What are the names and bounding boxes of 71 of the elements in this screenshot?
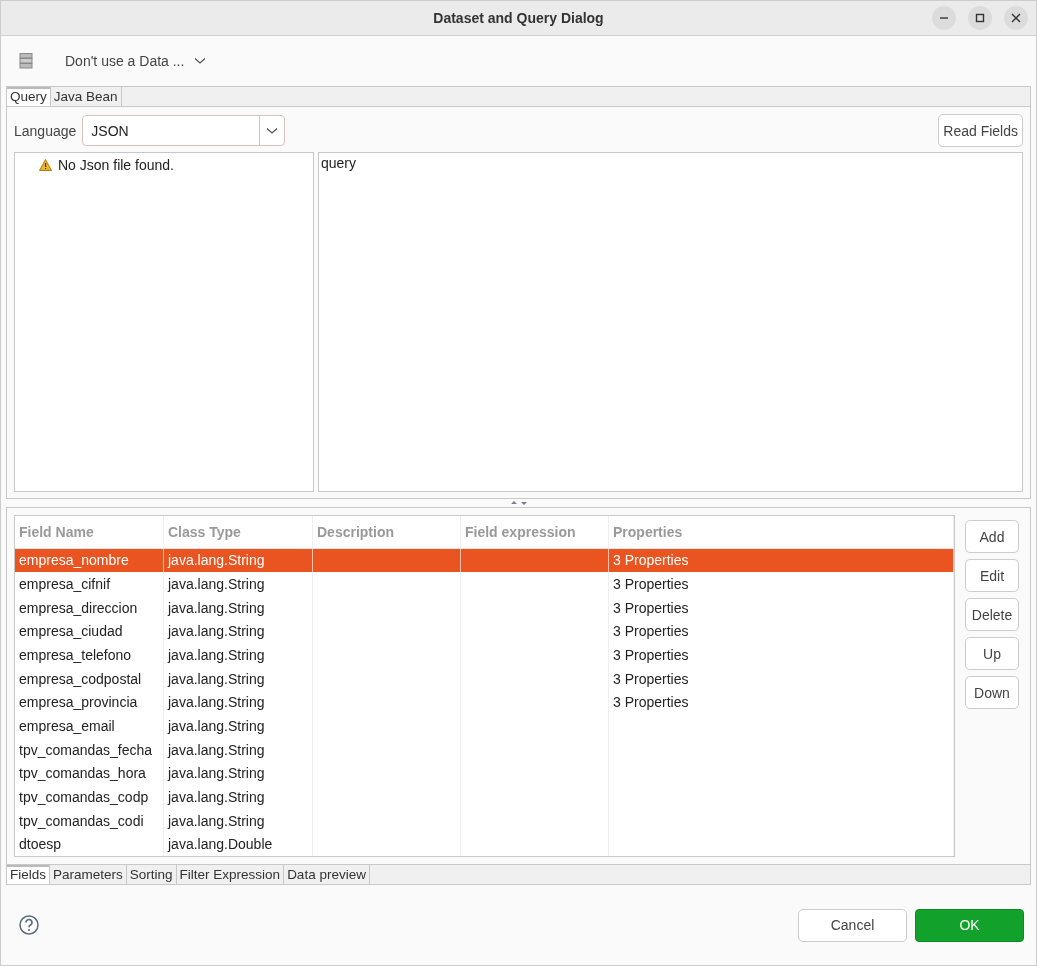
table-cell: tpv_comandas_fecha bbox=[15, 737, 164, 762]
table-cell: 3 Properties bbox=[609, 643, 954, 667]
table-row[interactable]: empresa_telefono java.lang.String 3 Properties bbox=[15, 643, 954, 667]
table-cell: 3 Properties bbox=[609, 548, 954, 573]
table-cell: 3 Properties bbox=[609, 572, 954, 596]
table-row[interactable]: empresa_nombre java.lang.String 3 Properties bbox=[15, 548, 954, 573]
tree-message: No Json file found. bbox=[58, 157, 174, 173]
table-cell: java.lang.String bbox=[164, 595, 313, 620]
table-cell: empresa_cifnif bbox=[15, 572, 164, 596]
table-cell: java.lang.String bbox=[164, 808, 313, 833]
table-cell: java.lang.String bbox=[164, 619, 313, 644]
help-icon[interactable] bbox=[19, 915, 39, 935]
table-cell: tpv_comandas_codp bbox=[15, 785, 164, 809]
minimize-icon bbox=[939, 17, 949, 19]
table-cell: 3 Properties bbox=[609, 690, 954, 715]
warning-icon bbox=[39, 159, 52, 171]
table-row[interactable]: empresa_cifnif java.lang.String 3 Properties bbox=[15, 572, 954, 596]
maximize-button[interactable] bbox=[968, 6, 992, 30]
side-button[interactable]: Up bbox=[965, 637, 1019, 670]
table-cell: java.lang.String bbox=[164, 761, 313, 786]
chevron-down-icon bbox=[194, 57, 207, 65]
table-cell: java.lang.String bbox=[164, 737, 313, 762]
table-cell: empresa_direccion bbox=[15, 595, 164, 620]
side-button[interactable]: Delete bbox=[965, 598, 1019, 631]
table-cell: java.lang.Double bbox=[164, 832, 313, 856]
table-cell: empresa_ciudad bbox=[15, 619, 164, 644]
table-cell: java.lang.String bbox=[164, 548, 313, 573]
table-cell: java.lang.String bbox=[164, 572, 313, 596]
table-cell: empresa_codpostal bbox=[15, 666, 164, 691]
table-cell: dtoesp bbox=[15, 832, 164, 856]
side-button[interactable]: Edit bbox=[965, 559, 1019, 592]
table-cell: java.lang.String bbox=[164, 714, 313, 738]
table-row[interactable]: empresa_provincia java.lang.String 3 Properties bbox=[15, 690, 954, 715]
table-row[interactable]: dtoesp java.lang.Double bbox=[15, 832, 954, 856]
side-button[interactable]: Add bbox=[965, 520, 1019, 553]
table-cell: empresa_telefono bbox=[15, 643, 164, 667]
table-cell: 3 Properties bbox=[609, 595, 954, 620]
table-row[interactable]: tpv_comandas_codi java.lang.String bbox=[15, 808, 954, 833]
table-row[interactable]: tpv_comandas_fecha java.lang.String bbox=[15, 737, 954, 762]
table-row[interactable]: empresa_codpostal java.lang.String 3 Properties bbox=[15, 666, 954, 691]
language-select[interactable]: JSON bbox=[82, 115, 286, 146]
table-row[interactable]: tpv_comandas_codp java.lang.String bbox=[15, 785, 954, 809]
minimize-button[interactable] bbox=[932, 6, 956, 30]
tab[interactable]: Query bbox=[7, 87, 51, 106]
table-cell: tpv_comandas_codi bbox=[15, 808, 164, 833]
close-button[interactable] bbox=[1004, 6, 1028, 30]
cancel-button[interactable]: Cancel bbox=[798, 908, 907, 942]
side-button[interactable]: Down bbox=[965, 676, 1019, 709]
table-cell: tpv_comandas_hora bbox=[15, 761, 164, 786]
table-cell: empresa_nombre bbox=[15, 548, 164, 573]
table-cell: java.lang.String bbox=[164, 785, 313, 809]
table-cell: empresa_email bbox=[15, 714, 164, 738]
table-row[interactable]: empresa_direccion java.lang.String 3 Properties bbox=[15, 595, 954, 620]
window-title: Dataset and Query Dialog bbox=[433, 10, 604, 26]
table-cell: empresa_provincia bbox=[15, 690, 164, 715]
table-row[interactable]: empresa_ciudad java.lang.String 3 Properties bbox=[15, 619, 954, 644]
table-cell: 3 Properties bbox=[609, 619, 954, 644]
language-label: Language bbox=[14, 122, 77, 139]
chevron-down-icon bbox=[266, 126, 279, 135]
table-cell: java.lang.String bbox=[164, 643, 313, 667]
table-cell: java.lang.String bbox=[164, 690, 313, 715]
tab[interactable]: Fields bbox=[7, 865, 50, 884]
close-icon bbox=[1011, 13, 1021, 23]
table-row[interactable]: tpv_comandas_hora java.lang.String bbox=[15, 761, 954, 786]
maximize-icon bbox=[975, 13, 985, 23]
read-fields-button[interactable]: Read Fields bbox=[938, 114, 1023, 147]
query-editor[interactable]: query bbox=[318, 152, 1023, 492]
table-cell: 3 Properties bbox=[609, 666, 954, 691]
table-row[interactable]: empresa_email java.lang.String bbox=[15, 714, 954, 738]
data-adapter-dropdown[interactable]: Don't use a Data ... bbox=[61, 49, 211, 73]
table-cell: java.lang.String bbox=[164, 666, 313, 691]
